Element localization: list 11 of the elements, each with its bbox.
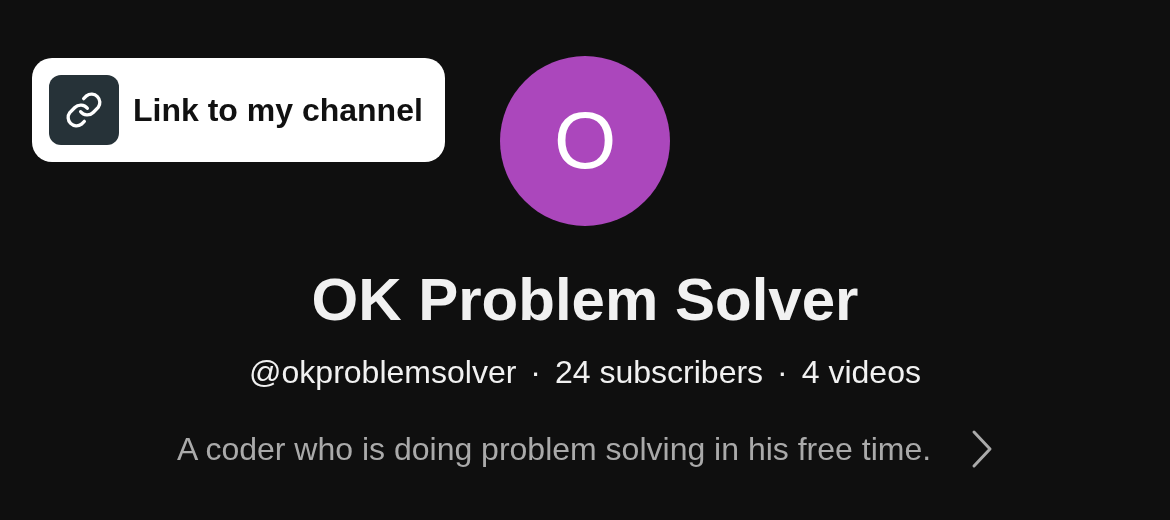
separator-dot: ·: [530, 354, 541, 391]
channel-handle: @okproblemsolver: [249, 354, 517, 391]
chevron-right-icon[interactable]: [971, 429, 994, 469]
subscriber-count: 24 subscribers: [555, 354, 764, 391]
channel-name: OK Problem Solver: [311, 265, 859, 335]
channel-description: A coder who is doing problem solving in his free time.: [176, 430, 932, 468]
link-to-channel-button[interactable]: Link to my channel: [32, 58, 445, 162]
link-icon: [49, 75, 119, 145]
separator-dot: ·: [777, 354, 788, 391]
video-count: 4 videos: [801, 354, 921, 391]
channel-avatar: O: [500, 56, 670, 226]
